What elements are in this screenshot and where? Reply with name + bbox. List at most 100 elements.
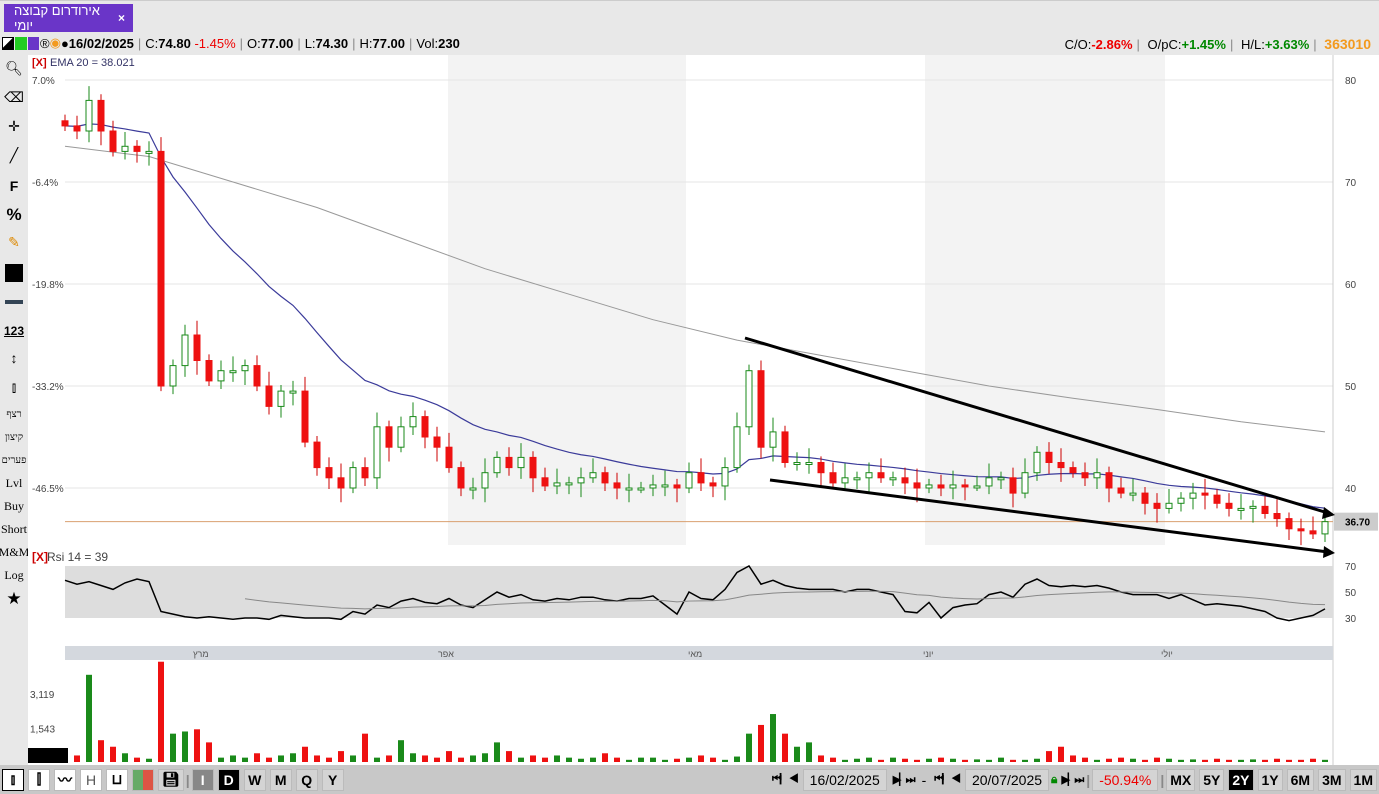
left-tool-4[interactable]: Buy [0,495,28,518]
left-tool-7[interactable]: Log [0,564,28,587]
vertical-line-icon[interactable]: ↕ [0,345,28,374]
first-prev-icon[interactable]: ⏮▏◀ [934,773,961,786]
candle-body [325,467,333,479]
volume-bar [458,757,464,762]
numbers-icon[interactable]: 123 [0,316,28,345]
range-3m[interactable]: 3M [1318,768,1346,791]
ohlc-chart-button[interactable]: ⫿ [28,768,50,791]
candle-body [145,150,153,154]
pencil-icon[interactable]: ✎ [0,229,28,258]
comment-icon[interactable]: ● [61,36,69,51]
range-6m[interactable]: 6M [1286,768,1315,791]
excel-icon[interactable] [28,36,39,50]
next-last-icon[interactable]: ▶▏⏭ [893,773,916,787]
candle-body [181,334,189,367]
volume-bar [998,757,1004,762]
crosshair-icon[interactable]: ✛ [0,113,28,142]
interval-quarterly[interactable]: Q [295,768,318,791]
volume-bar [1226,759,1232,762]
left-tool-1[interactable]: קיצון [0,426,28,449]
search-icon[interactable]: 🔍︎ [0,55,28,84]
candle-body [961,484,969,488]
line-width-icon[interactable] [0,287,28,316]
lock-icon[interactable]: 🔒︎ [1051,772,1057,787]
color-picker-icon[interactable] [0,258,28,287]
candlestick-chart-button[interactable]: ⫾ [2,768,24,791]
interval-yearly[interactable]: Y [321,768,344,791]
candle-body [229,370,237,374]
bar-chart-button[interactable]: ⊔ [106,768,128,791]
left-tool-3[interactable]: Lvl [0,472,28,495]
candle-body [949,484,957,489]
candle-body [277,390,285,407]
draw-icon[interactable] [2,36,14,50]
candle-body [457,467,465,489]
range-5y[interactable]: 5Y [1199,768,1225,791]
candles-icon[interactable]: ⫾ [0,374,28,403]
line-chart-button[interactable]: 〰 [54,768,76,791]
chart-tab[interactable]: אירודרום קבוצה יומי × [4,3,133,33]
volume-bar [398,740,404,762]
registered-icon[interactable]: ® [40,36,50,51]
target-icon[interactable]: ◉ [50,35,61,51]
close-icon[interactable]: × [118,11,125,25]
co-value: -2.86% [1091,37,1133,52]
interval-weekly[interactable]: W [243,768,266,791]
volume-bar [1250,759,1256,762]
candle-body [73,125,81,132]
candle-body [265,385,273,407]
share-icon[interactable] [15,36,27,50]
candle-body [397,426,405,448]
left-tool-2[interactable]: פערים [0,449,28,472]
candle-body [817,462,825,474]
range-1y[interactable]: 1Y [1257,768,1283,791]
volume-bar [206,742,212,762]
star-icon[interactable]: ★ [0,587,28,610]
first-prev-icon[interactable]: ⏮▏◀ [772,773,799,786]
range-2y[interactable]: 2Y [1228,768,1254,791]
candle-body [445,446,453,469]
volume-bar [566,757,572,762]
save-icon[interactable]: 💾︎ [158,768,184,791]
candle-body [601,472,609,484]
candle-body [1297,528,1305,532]
volume-bar [1190,759,1196,762]
chart-area[interactable]: 80 7.0% 70 -6.4% 60 -19.8% 50 -33.2% 40 -46.5% [X… [28,55,1379,765]
percent-icon[interactable]: % [0,200,28,229]
interval-intraday[interactable]: I [191,768,214,791]
range-mx[interactable]: MX [1166,768,1196,791]
volume-bar [146,758,152,762]
candle-body [1129,492,1137,496]
color-bars-button[interactable] [132,768,154,791]
next-last-icon[interactable]: ▶▏⏭ [1061,773,1084,787]
volume-bar [1058,746,1064,762]
line-tool-icon[interactable]: ╱ [0,142,28,171]
to-date[interactable]: 20/07/2025 [964,768,1050,791]
candle-body [913,482,921,489]
left-tool-0[interactable]: רצף [0,403,28,426]
fibonacci-icon[interactable]: F [0,171,28,200]
left-tool-5[interactable]: Short [0,518,28,541]
candle-body [97,99,105,132]
remove-ema-button[interactable]: [X] [32,57,47,69]
interval-daily[interactable]: D [217,768,240,791]
candle-body [1189,492,1197,499]
from-date[interactable]: 16/02/2025 [802,768,887,791]
left-tool-6[interactable]: M&M [0,541,29,564]
volume-bar [302,746,308,762]
interval-monthly[interactable]: M [269,768,292,791]
candle-body [589,472,597,479]
volume-bar [590,757,596,762]
remove-rsi-button[interactable]: [X] [32,550,48,564]
volume-bar [1214,758,1220,762]
eraser-icon[interactable]: ⌫ [0,84,28,113]
volume-bar [1070,755,1076,762]
price-tick: 40 [1345,484,1357,495]
range-1m[interactable]: 1M [1349,768,1377,791]
volume-bar [1238,759,1244,762]
hlc-chart-button[interactable]: H [80,768,102,791]
candle-body [301,390,309,443]
last-price-label: 36.70 [1345,518,1370,529]
candle-body [349,467,357,489]
candle-body [1093,472,1101,479]
